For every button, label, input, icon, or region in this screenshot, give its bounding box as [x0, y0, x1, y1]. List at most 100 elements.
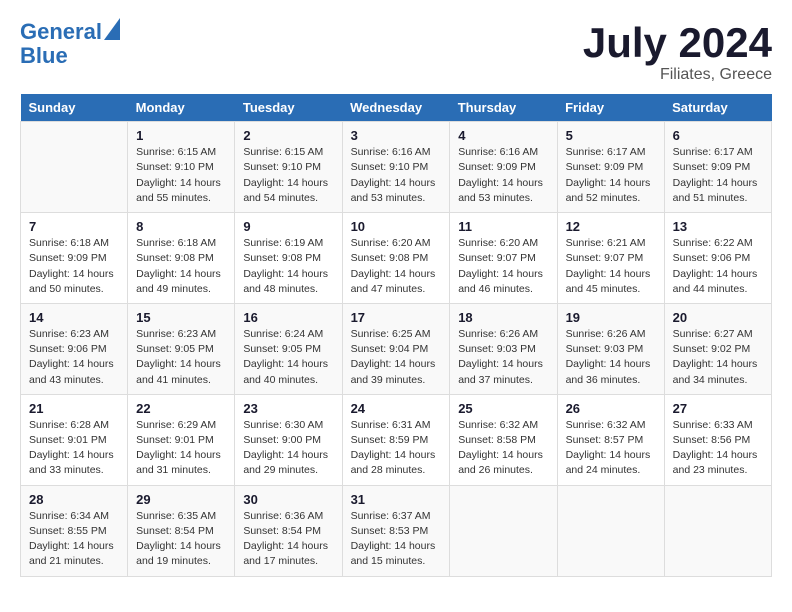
- day-info: Sunrise: 6:32 AM Sunset: 8:58 PM Dayligh…: [458, 418, 548, 479]
- day-number: 8: [136, 219, 226, 234]
- day-number: 24: [351, 401, 442, 416]
- day-number: 15: [136, 310, 226, 325]
- day-number: 6: [673, 128, 763, 143]
- day-number: 23: [243, 401, 333, 416]
- calendar-cell: 31Sunrise: 6:37 AM Sunset: 8:53 PM Dayli…: [342, 485, 450, 576]
- day-info: Sunrise: 6:27 AM Sunset: 9:02 PM Dayligh…: [673, 327, 763, 388]
- logo: General Blue: [20, 20, 120, 68]
- calendar-cell: 21Sunrise: 6:28 AM Sunset: 9:01 PM Dayli…: [21, 394, 128, 485]
- calendar-cell: [21, 122, 128, 213]
- day-info: Sunrise: 6:15 AM Sunset: 9:10 PM Dayligh…: [243, 145, 333, 206]
- day-number: 11: [458, 219, 548, 234]
- day-info: Sunrise: 6:26 AM Sunset: 9:03 PM Dayligh…: [566, 327, 656, 388]
- calendar-cell: 11 Sunrise: 6:20 AM Sunset: 9:07 PM Dayli…: [450, 213, 557, 304]
- day-number: 25: [458, 401, 548, 416]
- day-number: 9: [243, 219, 333, 234]
- logo-general: General: [20, 19, 102, 44]
- calendar-cell: 10 Sunrise: 6:20 AM Sunset: 9:08 PM Dayli…: [342, 213, 450, 304]
- day-info: Sunrise: 6:31 AM Sunset: 8:59 PM Dayligh…: [351, 418, 442, 479]
- month-title: July 2024: [583, 20, 772, 66]
- day-number: 14: [29, 310, 119, 325]
- day-info: Sunrise: 6:23 AM Sunset: 9:06 PM Dayligh…: [29, 327, 119, 388]
- day-number: 21: [29, 401, 119, 416]
- calendar-cell: 23 Sunrise: 6:30 AM Sunset: 9:00 PM Dayli…: [235, 394, 342, 485]
- calendar-cell: 6 Sunrise: 6:17 AM Sunset: 9:09 PM Daylig…: [664, 122, 771, 213]
- calendar-cell: 12 Sunrise: 6:21 AM Sunset: 9:07 PM Dayli…: [557, 213, 664, 304]
- week-row-5: 28Sunrise: 6:34 AM Sunset: 8:55 PM Dayli…: [21, 485, 772, 576]
- week-row-3: 14 Sunrise: 6:23 AM Sunset: 9:06 PM Dayli…: [21, 303, 772, 394]
- logo-triangle-icon: [104, 18, 120, 40]
- day-number: 18: [458, 310, 548, 325]
- logo-blue: Blue: [20, 44, 120, 68]
- col-header-thursday: Thursday: [450, 94, 557, 122]
- calendar-cell: 2 Sunrise: 6:15 AM Sunset: 9:10 PM Daylig…: [235, 122, 342, 213]
- day-number: 20: [673, 310, 763, 325]
- day-info: Sunrise: 6:22 AM Sunset: 9:06 PM Dayligh…: [673, 236, 763, 297]
- day-number: 17: [351, 310, 442, 325]
- day-number: 4: [458, 128, 548, 143]
- logo-text: General: [20, 20, 102, 44]
- calendar-cell: 13 Sunrise: 6:22 AM Sunset: 9:06 PM Dayli…: [664, 213, 771, 304]
- col-header-saturday: Saturday: [664, 94, 771, 122]
- day-number: 27: [673, 401, 763, 416]
- day-info: Sunrise: 6:35 AM Sunset: 8:54 PM Dayligh…: [136, 509, 226, 570]
- day-info: Sunrise: 6:16 AM Sunset: 9:09 PM Dayligh…: [458, 145, 548, 206]
- day-info: Sunrise: 6:25 AM Sunset: 9:04 PM Dayligh…: [351, 327, 442, 388]
- day-number: 10: [351, 219, 442, 234]
- day-number: 19: [566, 310, 656, 325]
- day-number: 28: [29, 492, 119, 507]
- day-info: Sunrise: 6:18 AM Sunset: 9:08 PM Dayligh…: [136, 236, 226, 297]
- day-number: 12: [566, 219, 656, 234]
- day-info: Sunrise: 6:19 AM Sunset: 9:08 PM Dayligh…: [243, 236, 333, 297]
- calendar-cell: [664, 485, 771, 576]
- calendar-cell: 20 Sunrise: 6:27 AM Sunset: 9:02 PM Dayli…: [664, 303, 771, 394]
- day-info: Sunrise: 6:15 AM Sunset: 9:10 PM Dayligh…: [136, 145, 226, 206]
- day-number: 22: [136, 401, 226, 416]
- day-number: 16: [243, 310, 333, 325]
- calendar-cell: 28Sunrise: 6:34 AM Sunset: 8:55 PM Dayli…: [21, 485, 128, 576]
- day-info: Sunrise: 6:30 AM Sunset: 9:00 PM Dayligh…: [243, 418, 333, 479]
- calendar-cell: 26Sunrise: 6:32 AM Sunset: 8:57 PM Dayli…: [557, 394, 664, 485]
- day-number: 30: [243, 492, 333, 507]
- calendar-cell: [557, 485, 664, 576]
- calendar-cell: 22 Sunrise: 6:29 AM Sunset: 9:01 PM Dayli…: [128, 394, 235, 485]
- day-info: Sunrise: 6:17 AM Sunset: 9:09 PM Dayligh…: [566, 145, 656, 206]
- day-info: Sunrise: 6:20 AM Sunset: 9:08 PM Dayligh…: [351, 236, 442, 297]
- calendar-cell: 19 Sunrise: 6:26 AM Sunset: 9:03 PM Dayli…: [557, 303, 664, 394]
- week-row-1: 1 Sunrise: 6:15 AM Sunset: 9:10 PM Daylig…: [21, 122, 772, 213]
- col-header-tuesday: Tuesday: [235, 94, 342, 122]
- day-number: 31: [351, 492, 442, 507]
- calendar-cell: 4 Sunrise: 6:16 AM Sunset: 9:09 PM Daylig…: [450, 122, 557, 213]
- col-header-sunday: Sunday: [21, 94, 128, 122]
- calendar-header-row: SundayMondayTuesdayWednesdayThursdayFrid…: [21, 94, 772, 122]
- day-info: Sunrise: 6:16 AM Sunset: 9:10 PM Dayligh…: [351, 145, 442, 206]
- day-info: Sunrise: 6:26 AM Sunset: 9:03 PM Dayligh…: [458, 327, 548, 388]
- calendar-cell: 15 Sunrise: 6:23 AM Sunset: 9:05 PM Dayli…: [128, 303, 235, 394]
- day-info: Sunrise: 6:36 AM Sunset: 8:54 PM Dayligh…: [243, 509, 333, 570]
- page-header: General Blue July 2024 Filiates, Greece: [20, 20, 772, 84]
- calendar-cell: 24 Sunrise: 6:31 AM Sunset: 8:59 PM Dayli…: [342, 394, 450, 485]
- calendar-table: SundayMondayTuesdayWednesdayThursdayFrid…: [20, 94, 772, 576]
- day-number: 13: [673, 219, 763, 234]
- calendar-cell: 5Sunrise: 6:17 AM Sunset: 9:09 PM Daylig…: [557, 122, 664, 213]
- day-info: Sunrise: 6:21 AM Sunset: 9:07 PM Dayligh…: [566, 236, 656, 297]
- day-info: Sunrise: 6:24 AM Sunset: 9:05 PM Dayligh…: [243, 327, 333, 388]
- day-info: Sunrise: 6:29 AM Sunset: 9:01 PM Dayligh…: [136, 418, 226, 479]
- day-number: 1: [136, 128, 226, 143]
- calendar-cell: [450, 485, 557, 576]
- calendar-cell: 8 Sunrise: 6:18 AM Sunset: 9:08 PM Daylig…: [128, 213, 235, 304]
- col-header-wednesday: Wednesday: [342, 94, 450, 122]
- day-info: Sunrise: 6:23 AM Sunset: 9:05 PM Dayligh…: [136, 327, 226, 388]
- calendar-cell: 30 Sunrise: 6:36 AM Sunset: 8:54 PM Dayli…: [235, 485, 342, 576]
- title-block: July 2024 Filiates, Greece: [583, 20, 772, 84]
- calendar-cell: 7Sunrise: 6:18 AM Sunset: 9:09 PM Daylig…: [21, 213, 128, 304]
- week-row-2: 7Sunrise: 6:18 AM Sunset: 9:09 PM Daylig…: [21, 213, 772, 304]
- week-row-4: 21Sunrise: 6:28 AM Sunset: 9:01 PM Dayli…: [21, 394, 772, 485]
- location-text: Filiates, Greece: [583, 66, 772, 84]
- col-header-friday: Friday: [557, 94, 664, 122]
- day-number: 3: [351, 128, 442, 143]
- day-info: Sunrise: 6:17 AM Sunset: 9:09 PM Dayligh…: [673, 145, 763, 206]
- day-number: 2: [243, 128, 333, 143]
- day-info: Sunrise: 6:20 AM Sunset: 9:07 PM Dayligh…: [458, 236, 548, 297]
- day-info: Sunrise: 6:32 AM Sunset: 8:57 PM Dayligh…: [566, 418, 656, 479]
